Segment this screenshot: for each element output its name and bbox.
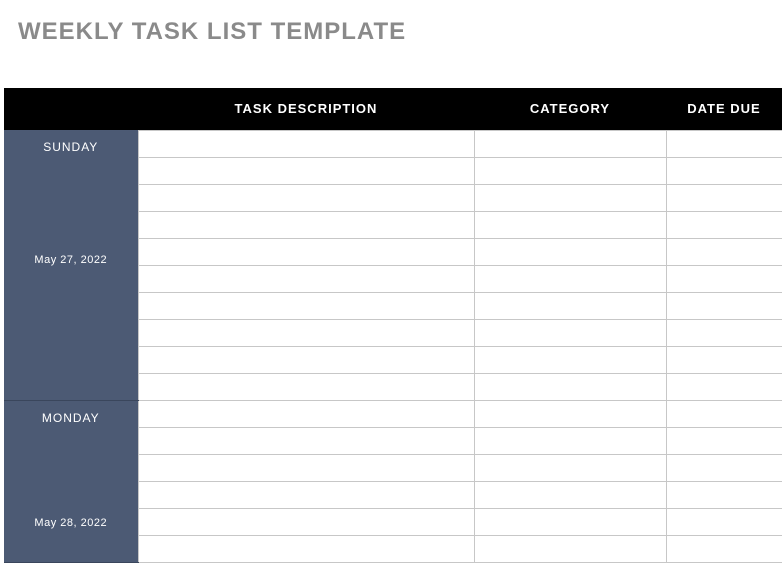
due-cell[interactable] bbox=[666, 535, 782, 562]
col-header-category: CATEGORY bbox=[474, 88, 666, 130]
task-cell[interactable] bbox=[138, 508, 474, 535]
category-cell[interactable] bbox=[474, 238, 666, 265]
due-cell[interactable] bbox=[666, 292, 782, 319]
day-name: SUNDAY bbox=[4, 130, 138, 154]
due-cell[interactable] bbox=[666, 400, 782, 427]
category-cell[interactable] bbox=[474, 157, 666, 184]
due-cell[interactable] bbox=[666, 346, 782, 373]
category-cell[interactable] bbox=[474, 346, 666, 373]
col-header-due: DATE DUE bbox=[666, 88, 782, 130]
col-header-task: TASK DESCRIPTION bbox=[138, 88, 474, 130]
due-cell[interactable] bbox=[666, 481, 782, 508]
page: WEEKLY TASK LIST TEMPLATE TASK DESCRIPTI… bbox=[0, 0, 782, 578]
table-row: MONDAY May 28, 2022 bbox=[4, 400, 782, 427]
day-date: May 27, 2022 bbox=[4, 254, 138, 266]
due-cell[interactable] bbox=[666, 319, 782, 346]
category-cell[interactable] bbox=[474, 319, 666, 346]
category-cell[interactable] bbox=[474, 211, 666, 238]
task-cell[interactable] bbox=[138, 346, 474, 373]
due-cell[interactable] bbox=[666, 427, 782, 454]
task-cell[interactable] bbox=[138, 535, 474, 562]
task-cell[interactable] bbox=[138, 373, 474, 400]
due-cell[interactable] bbox=[666, 211, 782, 238]
due-cell[interactable] bbox=[666, 454, 782, 481]
task-cell[interactable] bbox=[138, 184, 474, 211]
category-cell[interactable] bbox=[474, 184, 666, 211]
category-cell[interactable] bbox=[474, 427, 666, 454]
due-cell[interactable] bbox=[666, 238, 782, 265]
category-cell[interactable] bbox=[474, 400, 666, 427]
day-date: May 28, 2022 bbox=[4, 517, 138, 529]
category-cell[interactable] bbox=[474, 508, 666, 535]
header-row: TASK DESCRIPTION CATEGORY DATE DUE bbox=[4, 88, 782, 130]
task-cell[interactable] bbox=[138, 292, 474, 319]
page-title: WEEKLY TASK LIST TEMPLATE bbox=[0, 0, 782, 46]
due-cell[interactable] bbox=[666, 157, 782, 184]
task-cell[interactable] bbox=[138, 319, 474, 346]
col-header-day bbox=[4, 88, 138, 130]
due-cell[interactable] bbox=[666, 130, 782, 157]
category-cell[interactable] bbox=[474, 373, 666, 400]
table-row: SUNDAY May 27, 2022 bbox=[4, 130, 782, 157]
task-cell[interactable] bbox=[138, 238, 474, 265]
day-cell-sunday: SUNDAY May 27, 2022 bbox=[4, 130, 138, 400]
task-cell[interactable] bbox=[138, 427, 474, 454]
due-cell[interactable] bbox=[666, 508, 782, 535]
task-table-wrap: TASK DESCRIPTION CATEGORY DATE DUE SUNDA… bbox=[4, 88, 782, 578]
task-table: TASK DESCRIPTION CATEGORY DATE DUE SUNDA… bbox=[4, 88, 782, 563]
task-cell[interactable] bbox=[138, 265, 474, 292]
task-cell[interactable] bbox=[138, 481, 474, 508]
category-cell[interactable] bbox=[474, 130, 666, 157]
task-cell[interactable] bbox=[138, 454, 474, 481]
due-cell[interactable] bbox=[666, 265, 782, 292]
task-cell[interactable] bbox=[138, 130, 474, 157]
day-cell-monday: MONDAY May 28, 2022 bbox=[4, 400, 138, 562]
category-cell[interactable] bbox=[474, 535, 666, 562]
task-cell[interactable] bbox=[138, 211, 474, 238]
due-cell[interactable] bbox=[666, 373, 782, 400]
category-cell[interactable] bbox=[474, 481, 666, 508]
category-cell[interactable] bbox=[474, 454, 666, 481]
due-cell[interactable] bbox=[666, 184, 782, 211]
day-name: MONDAY bbox=[4, 401, 138, 425]
task-cell[interactable] bbox=[138, 400, 474, 427]
category-cell[interactable] bbox=[474, 265, 666, 292]
category-cell[interactable] bbox=[474, 292, 666, 319]
task-cell[interactable] bbox=[138, 157, 474, 184]
